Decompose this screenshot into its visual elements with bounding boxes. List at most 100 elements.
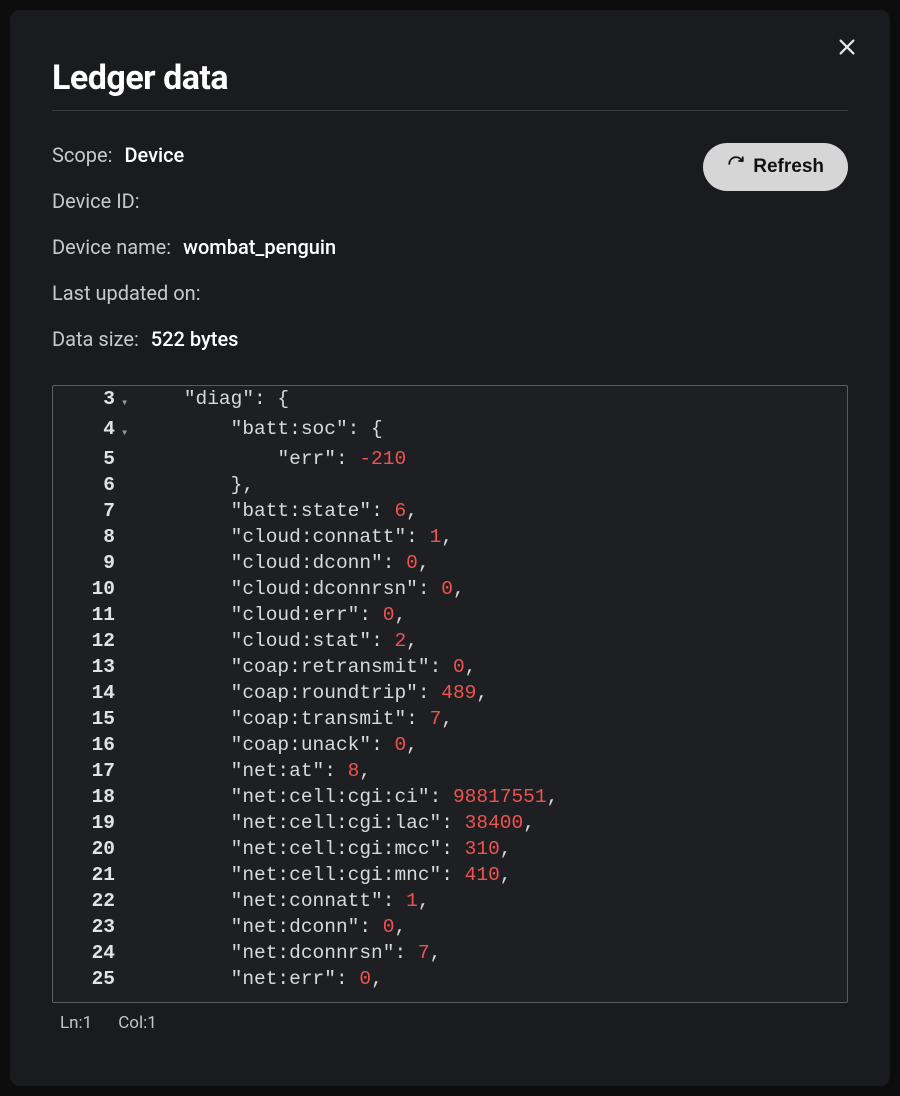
line-number: 17 <box>53 758 121 784</box>
line-number: 15 <box>53 706 121 732</box>
fold-toggle-icon <box>121 940 135 966</box>
code-content[interactable]: "net:dconn": 0, <box>135 914 847 940</box>
code-content[interactable]: "cloud:connatt": 1, <box>135 524 847 550</box>
fold-toggle-icon <box>121 914 135 940</box>
code-line[interactable]: 24 "net:dconnrsn": 7, <box>53 940 847 966</box>
fold-toggle-icon <box>121 602 135 628</box>
code-line[interactable]: 25 "net:err": 0, <box>53 966 847 992</box>
fold-toggle-icon <box>121 524 135 550</box>
fold-toggle-icon <box>121 576 135 602</box>
refresh-button[interactable]: Refresh <box>703 143 848 191</box>
code-content[interactable]: "net:err": 0, <box>135 966 847 992</box>
code-content[interactable]: "cloud:stat": 2, <box>135 628 847 654</box>
code-line[interactable]: 3▾ "diag": { <box>53 386 847 416</box>
fold-toggle-icon[interactable]: ▾ <box>121 416 135 446</box>
code-line[interactable]: 6 }, <box>53 472 847 498</box>
code-content[interactable]: "net:at": 8, <box>135 758 847 784</box>
code-content[interactable]: "cloud:dconn": 0, <box>135 550 847 576</box>
code-content[interactable]: "net:dconnrsn": 7, <box>135 940 847 966</box>
code-content[interactable]: "net:cell:cgi:lac": 38400, <box>135 810 847 836</box>
refresh-label: Refresh <box>753 156 824 178</box>
line-number: 16 <box>53 732 121 758</box>
divider <box>52 110 848 111</box>
code-content[interactable]: "batt:state": 6, <box>135 498 847 524</box>
device-name-label: Device name: <box>52 235 171 259</box>
line-number: 23 <box>53 914 121 940</box>
status-line: Ln:1 <box>60 1013 92 1033</box>
code-line[interactable]: 23 "net:dconn": 0, <box>53 914 847 940</box>
fold-toggle-icon <box>121 810 135 836</box>
code-line[interactable]: 16 "coap:unack": 0, <box>53 732 847 758</box>
code-line[interactable]: 8 "cloud:connatt": 1, <box>53 524 847 550</box>
code-editor[interactable]: 3▾ "diag": {4▾ "batt:soc": {5 "err": -21… <box>52 385 848 1003</box>
modal-title: Ledger data <box>52 58 848 98</box>
line-number: 10 <box>53 576 121 602</box>
device-id-label: Device ID: <box>52 189 140 213</box>
status-line-value: 1 <box>83 1013 93 1033</box>
code-line[interactable]: 11 "cloud:err": 0, <box>53 602 847 628</box>
code-line[interactable]: 15 "coap:transmit": 7, <box>53 706 847 732</box>
code-content[interactable]: "coap:transmit": 7, <box>135 706 847 732</box>
code-line[interactable]: 14 "coap:roundtrip": 489, <box>53 680 847 706</box>
code-line[interactable]: 9 "cloud:dconn": 0, <box>53 550 847 576</box>
meta-data-size: Data size: 522 bytes <box>52 327 848 351</box>
fold-toggle-icon <box>121 706 135 732</box>
code-content[interactable]: "batt:soc": { <box>135 416 847 446</box>
fold-toggle-icon <box>121 680 135 706</box>
device-name-value: wombat_penguin <box>183 235 336 259</box>
code-line[interactable]: 5 "err": -210 <box>53 446 847 472</box>
data-size-label: Data size: <box>52 327 139 351</box>
code-content[interactable]: "coap:roundtrip": 489, <box>135 680 847 706</box>
code-line[interactable]: 17 "net:at": 8, <box>53 758 847 784</box>
code-line[interactable]: 12 "cloud:stat": 2, <box>53 628 847 654</box>
code-content[interactable]: "net:cell:cgi:mnc": 410, <box>135 862 847 888</box>
code-line[interactable]: 13 "coap:retransmit": 0, <box>53 654 847 680</box>
code-editor-scroll[interactable]: 3▾ "diag": {4▾ "batt:soc": {5 "err": -21… <box>53 386 847 1002</box>
code-content[interactable]: "coap:retransmit": 0, <box>135 654 847 680</box>
code-content[interactable]: "diag": { <box>135 386 847 416</box>
line-number: 7 <box>53 498 121 524</box>
status-line-label: Ln: <box>60 1013 83 1033</box>
code-line[interactable]: 7 "batt:state": 6, <box>53 498 847 524</box>
close-button[interactable] <box>832 32 862 65</box>
line-number: 24 <box>53 940 121 966</box>
meta-last-updated: Last updated on: <box>52 281 848 305</box>
editor-status-bar: Ln:1 Col: 1 <box>52 1013 848 1033</box>
code-content[interactable]: }, <box>135 472 847 498</box>
line-number: 19 <box>53 810 121 836</box>
code-line[interactable]: 22 "net:connatt": 1, <box>53 888 847 914</box>
fold-toggle-icon <box>121 888 135 914</box>
code-content[interactable]: "cloud:dconnrsn": 0, <box>135 576 847 602</box>
refresh-icon <box>727 155 745 179</box>
code-content[interactable]: "coap:unack": 0, <box>135 732 847 758</box>
code-content[interactable]: "net:cell:cgi:mcc": 310, <box>135 836 847 862</box>
code-line[interactable]: 18 "net:cell:cgi:ci": 98817551, <box>53 784 847 810</box>
line-number: 18 <box>53 784 121 810</box>
meta-device-id: Device ID: <box>52 189 848 213</box>
code-content[interactable]: "cloud:err": 0, <box>135 602 847 628</box>
code-line[interactable]: 19 "net:cell:cgi:lac": 38400, <box>53 810 847 836</box>
fold-toggle-icon <box>121 472 135 498</box>
code-line[interactable]: 4▾ "batt:soc": { <box>53 416 847 446</box>
fold-toggle-icon <box>121 550 135 576</box>
line-number: 13 <box>53 654 121 680</box>
code-line[interactable]: 20 "net:cell:cgi:mcc": 310, <box>53 836 847 862</box>
last-updated-label: Last updated on: <box>52 281 201 305</box>
fold-toggle-icon <box>121 628 135 654</box>
line-number: 9 <box>53 550 121 576</box>
code-content[interactable]: "net:cell:cgi:ci": 98817551, <box>135 784 847 810</box>
fold-toggle-icon <box>121 784 135 810</box>
line-number: 6 <box>53 472 121 498</box>
code-content[interactable]: "err": -210 <box>135 446 847 472</box>
fold-toggle-icon <box>121 732 135 758</box>
ledger-data-modal: Ledger data Refresh Scope: Device Device… <box>10 10 890 1086</box>
line-number: 22 <box>53 888 121 914</box>
fold-toggle-icon[interactable]: ▾ <box>121 386 135 416</box>
code-line[interactable]: 10 "cloud:dconnrsn": 0, <box>53 576 847 602</box>
fold-toggle-icon <box>121 446 135 472</box>
status-col-label: Col: <box>118 1013 147 1033</box>
fold-toggle-icon <box>121 498 135 524</box>
code-content[interactable]: "net:connatt": 1, <box>135 888 847 914</box>
code-line[interactable]: 21 "net:cell:cgi:mnc": 410, <box>53 862 847 888</box>
line-number: 4 <box>53 416 121 446</box>
